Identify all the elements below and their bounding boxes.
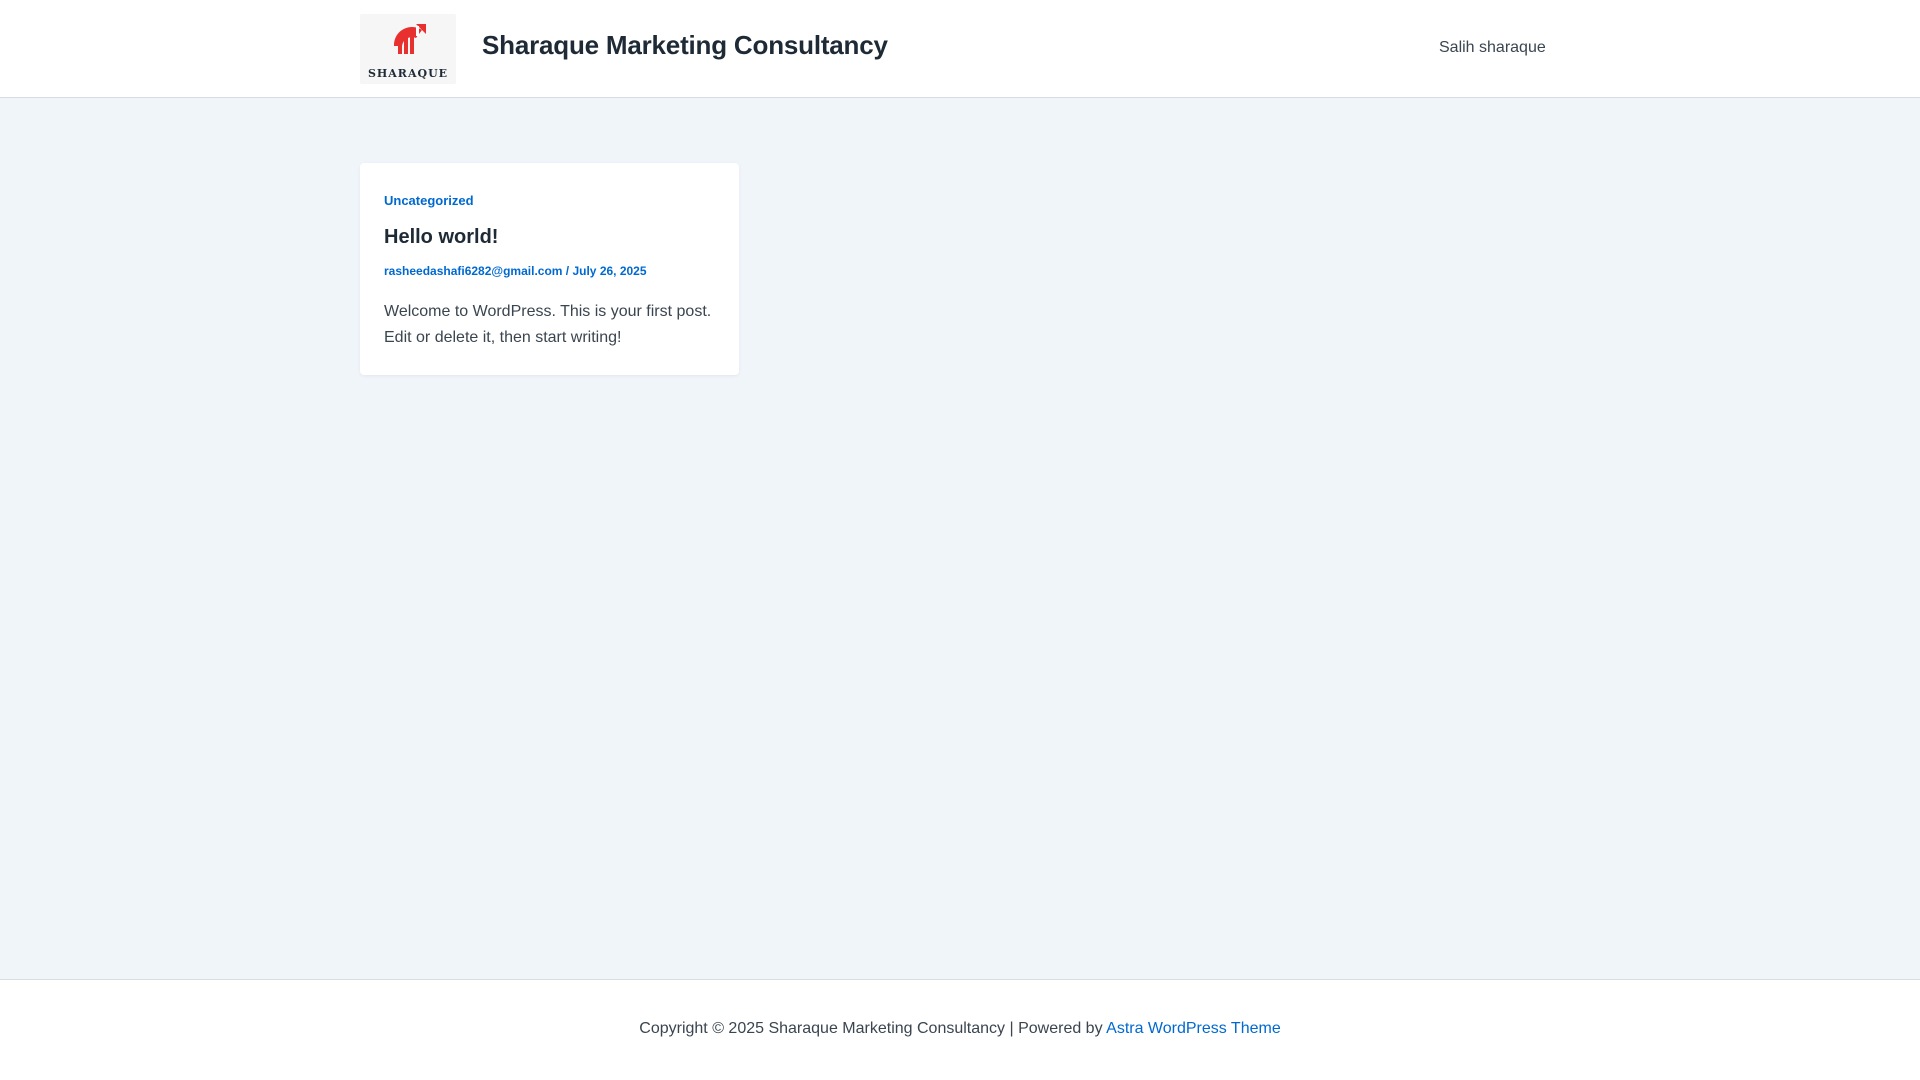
meta-separator: / (562, 264, 573, 278)
post-title-link[interactable]: Hello world! (384, 226, 498, 249)
site-logo[interactable]: SHARAQUE (360, 14, 456, 84)
sharaque-chart-logo-icon (393, 24, 426, 54)
main-content: Uncategorized Hello world! rasheedashafi… (0, 99, 1920, 979)
nav-item-salih-sharaque[interactable]: Salih sharaque (1439, 39, 1546, 57)
post-date-link[interactable]: July 26, 2025 (572, 264, 646, 278)
logo-wordmark: SHARAQUE (367, 67, 449, 80)
post-excerpt: Welcome to WordPress. This is your first… (384, 303, 712, 346)
site-title[interactable]: Sharaque Marketing Consultancy (482, 30, 888, 61)
post-meta: rasheedashafi6282@gmail.com / July 26, 2… (384, 264, 647, 278)
copyright-text: Copyright © 2025 Sharaque Marketing Cons… (639, 1020, 1107, 1037)
site-footer: Copyright © 2025 Sharaque Marketing Cons… (0, 979, 1920, 1080)
site-header: SHARAQUE Sharaque Marketing Consultancy … (0, 0, 1920, 98)
theme-link[interactable]: Astra WordPress Theme (1106, 1020, 1281, 1037)
post-category-link[interactable]: Uncategorized (384, 193, 474, 208)
post-card: Uncategorized Hello world! rasheedashafi… (360, 163, 739, 375)
post-author-link[interactable]: rasheedashafi6282@gmail.com (384, 264, 562, 278)
footer-copyright: Copyright © 2025 Sharaque Marketing Cons… (0, 1020, 1920, 1038)
